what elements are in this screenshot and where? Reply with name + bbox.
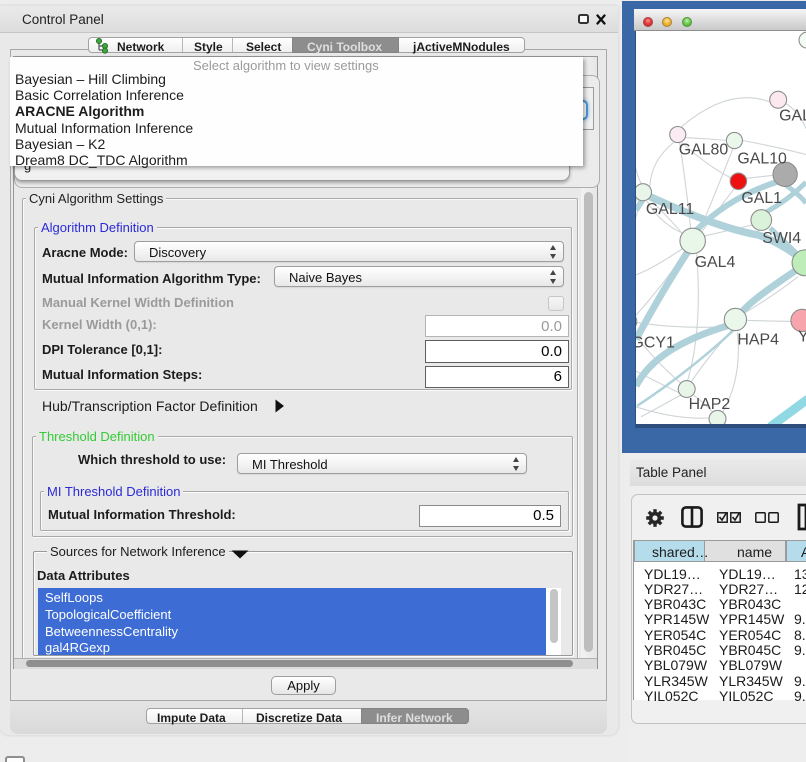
svg-text:HAP2: HAP2	[689, 396, 731, 413]
svg-text:GCY1: GCY1	[635, 334, 675, 351]
svg-text:GAL4: GAL4	[695, 254, 736, 271]
svg-text:SWI4: SWI4	[762, 230, 801, 247]
svg-text:GAL10: GAL10	[737, 150, 787, 167]
svg-text:GAL1: GAL1	[741, 190, 782, 207]
svg-text:Y: Y	[798, 328, 806, 345]
svg-text:GAL80: GAL80	[679, 141, 729, 158]
svg-text:GAL11: GAL11	[646, 201, 694, 218]
svg-text:GAL7: GAL7	[779, 108, 806, 125]
svg-text:HAP4: HAP4	[737, 331, 779, 348]
